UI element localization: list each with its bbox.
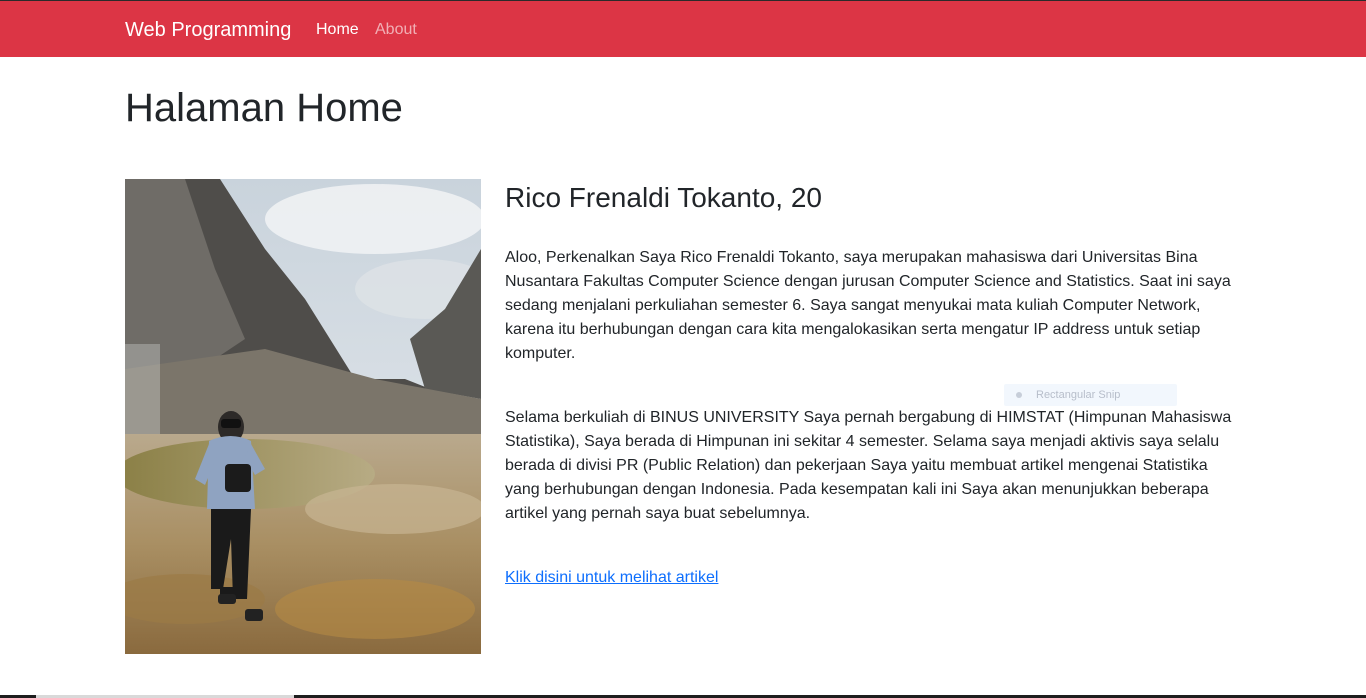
profile-photo (125, 179, 481, 654)
article-link[interactable]: Klik disini untuk melihat artikel (505, 568, 718, 588)
snip-tooltip-label: Rectangular Snip (1036, 389, 1121, 401)
experience-paragraph: Selama berkuliah di BINUS UNIVERSITY Say… (505, 409, 1232, 522)
page-title: Halaman Home (125, 86, 403, 130)
nav-link-home[interactable]: Home (316, 21, 359, 39)
nav-link-about[interactable]: About (375, 21, 417, 39)
intro-paragraph: Aloo, Perkenalkan Saya Rico Frenaldi Tok… (505, 249, 1231, 362)
snip-dot-icon (1016, 392, 1022, 398)
navbar-brand[interactable]: Web Programming (125, 18, 291, 42)
rectangular-snip-tooltip: Rectangular Snip (1004, 384, 1177, 406)
navbar: Web Programming Home About (0, 1, 1366, 57)
profile-name: Rico Frenaldi Tokanto, 20 (505, 182, 822, 213)
